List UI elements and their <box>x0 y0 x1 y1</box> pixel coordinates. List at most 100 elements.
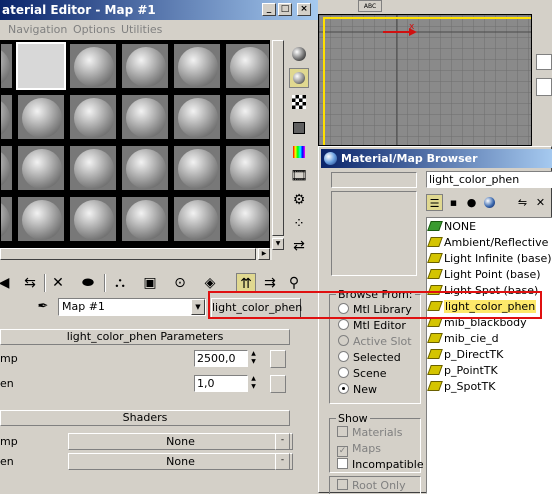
sample-slot[interactable] <box>68 195 118 243</box>
material-sphere-icon <box>22 149 62 189</box>
radio-button-selected-icon <box>338 383 349 394</box>
viewport-grid[interactable]: x <box>318 14 532 146</box>
command-panel-field-1[interactable] <box>536 54 552 70</box>
minimize-button[interactable]: _ <box>262 3 276 16</box>
sample-slot[interactable] <box>120 42 170 90</box>
select-by-material-icon[interactable]: ⁘ <box>289 214 309 234</box>
sample-slot[interactable] <box>120 144 170 192</box>
material-sphere-icon <box>1 98 10 138</box>
get-material-icon[interactable]: ◀ <box>0 273 14 293</box>
delete-from-library-icon[interactable]: ✕ <box>532 194 549 211</box>
browser-search-input[interactable]: light_color_phen <box>426 171 552 188</box>
sample-slot[interactable] <box>172 93 222 141</box>
put-to-scene-icon[interactable]: ⇆ <box>20 273 40 293</box>
view-small-icons-icon[interactable]: ● <box>463 194 480 211</box>
list-item[interactable]: Ambient/Reflective O <box>427 235 552 251</box>
sample-slot[interactable] <box>224 195 269 243</box>
put-to-library-icon[interactable]: ⛬ <box>110 273 130 293</box>
radio-scene[interactable]: Scene <box>338 366 387 381</box>
sample-slot[interactable] <box>1 93 14 141</box>
list-item[interactable]: mib_cie_d <box>427 331 499 347</box>
material-sphere-icon <box>230 98 269 138</box>
shader-slot-1-extra-button[interactable]: - <box>275 433 290 450</box>
backlight-icon[interactable] <box>289 68 309 88</box>
param-map-button-1[interactable] <box>270 350 286 368</box>
sample-slot[interactable] <box>224 144 269 192</box>
shaders-rollout-header[interactable]: Shaders <box>0 410 290 426</box>
sample-slot[interactable] <box>68 42 118 90</box>
update-scene-materials-icon[interactable]: ⇋ <box>514 194 531 211</box>
sample-slot[interactable] <box>172 195 222 243</box>
sample-slot[interactable] <box>120 93 170 141</box>
sample-slot[interactable] <box>1 144 14 192</box>
show-end-result-icon[interactable]: ◈ <box>200 273 220 293</box>
menu-navigation[interactable]: Navigation <box>8 23 67 36</box>
background-checker-icon[interactable] <box>289 92 309 112</box>
map-name-combo[interactable]: Map #1 ▼ <box>58 298 206 316</box>
view-large-icons-icon[interactable] <box>481 194 498 211</box>
view-list-icon[interactable]: ☰ <box>426 194 443 211</box>
viewport-toolbar: ABC <box>318 0 552 14</box>
menu-options[interactable]: Options <box>73 23 115 36</box>
sample-slot[interactable] <box>1 42 14 90</box>
sample-slot[interactable] <box>16 93 66 141</box>
video-color-check-icon[interactable] <box>289 142 309 162</box>
sample-slot[interactable] <box>68 144 118 192</box>
sample-slot[interactable] <box>224 93 269 141</box>
shader-label-1: mp <box>0 435 18 448</box>
sample-slot[interactable] <box>68 93 118 141</box>
list-item[interactable]: p_DirectTK <box>427 347 503 363</box>
param-map-button-2[interactable] <box>270 375 286 393</box>
param-spinner-2-arrows[interactable]: ▲ ▼ <box>248 375 259 392</box>
radio-mtl-editor[interactable]: Mtl Editor <box>338 318 406 333</box>
material-map-navigator-icon[interactable]: ⇄ <box>289 236 309 256</box>
material-sphere-icon <box>1 149 10 189</box>
sample-horizontal-scrollbar[interactable]: ▶ <box>0 248 274 260</box>
sample-vertical-scrollbar[interactable]: ▼ <box>272 40 284 250</box>
sample-slot[interactable] <box>16 195 66 243</box>
options-icon[interactable]: ⚙ <box>289 190 309 210</box>
maximize-button[interactable]: □ <box>278 3 292 16</box>
uv-tiling-icon[interactable] <box>289 118 309 138</box>
shader-slot-button-2[interactable]: None <box>68 453 293 470</box>
list-item[interactable]: p_PointTK <box>427 363 498 379</box>
sample-slot[interactable] <box>224 42 269 90</box>
go-to-parent-icon[interactable]: ⇈ <box>236 273 256 293</box>
list-item[interactable]: Light Point (base) <box>427 267 541 283</box>
reset-map-icon[interactable]: ✕ <box>48 273 68 293</box>
sample-slot[interactable] <box>172 144 222 192</box>
make-preview-icon[interactable]: 🎞 <box>289 166 309 186</box>
show-map-in-viewport-icon[interactable]: ⊙ <box>170 273 190 293</box>
radio-selected[interactable]: Selected <box>338 350 401 365</box>
eyedropper-icon[interactable]: ✒ <box>34 298 52 316</box>
radio-new[interactable]: New <box>338 382 377 397</box>
material-effects-channel-icon[interactable]: ▣ <box>140 273 160 293</box>
menu-utilities[interactable]: Utilities <box>121 23 162 36</box>
sample-slot[interactable] <box>172 42 222 90</box>
parameters-rollout-header[interactable]: light_color_phen Parameters <box>0 329 290 345</box>
sample-type-sphere-icon[interactable] <box>289 44 309 64</box>
list-item[interactable]: p_SpotTK <box>427 379 495 395</box>
param-spinner-1[interactable]: 2500,0 <box>194 350 248 367</box>
checkbox-incompatible[interactable]: Incompatible <box>337 457 424 472</box>
go-forward-to-sibling-icon[interactable]: ⇉ <box>260 273 280 293</box>
sample-slot[interactable] <box>120 195 170 243</box>
view-list-icons-icon[interactable]: ▪ <box>445 194 462 211</box>
checkbox-icon <box>337 458 348 469</box>
list-item[interactable]: NONE <box>427 219 476 235</box>
pick-material-icon[interactable]: ⚲ <box>284 273 304 293</box>
sample-slot[interactable] <box>1 195 14 243</box>
shader-slot-button-1[interactable]: None <box>68 433 293 450</box>
command-panel-field-2[interactable] <box>536 78 552 96</box>
browser-material-list[interactable]: NONE Ambient/Reflective O Light Infinite… <box>426 217 552 494</box>
close-button[interactable]: × <box>297 3 311 16</box>
abc-icon[interactable]: ABC <box>358 0 382 12</box>
sample-slot[interactable] <box>16 144 66 192</box>
shader-slot-2-extra-button[interactable]: - <box>275 453 290 470</box>
param-spinner-1-arrows[interactable]: ▲ ▼ <box>248 350 259 367</box>
list-item[interactable]: Light Infinite (base) <box>427 251 552 267</box>
param-spinner-2[interactable]: 1,0 <box>194 375 248 392</box>
sample-slot-active[interactable] <box>16 42 66 90</box>
chevron-down-icon[interactable]: ▼ <box>191 299 205 315</box>
make-unique-icon[interactable]: ⬬ <box>78 273 98 293</box>
